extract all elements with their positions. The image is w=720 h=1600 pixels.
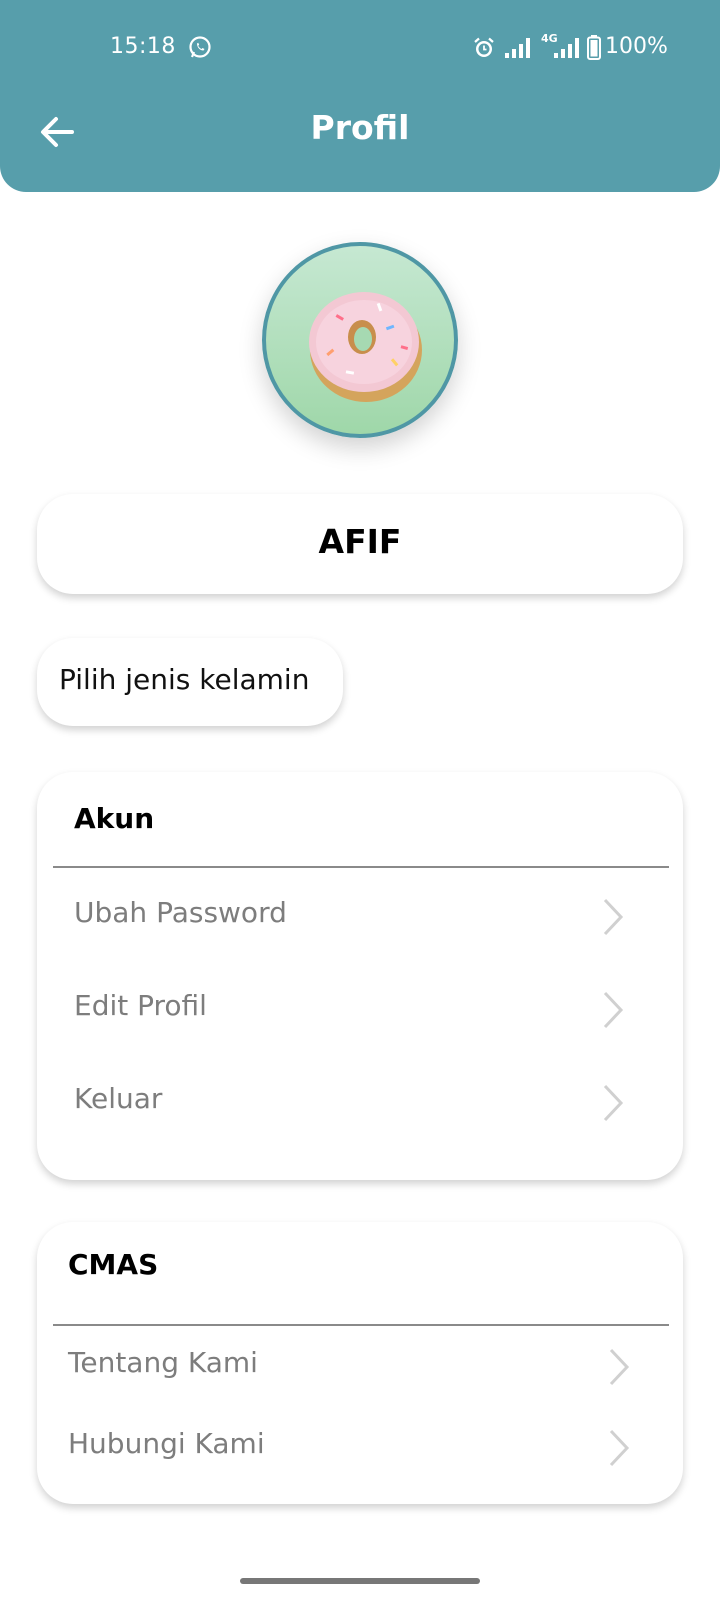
cmas-section-title: CMAS: [68, 1248, 159, 1281]
donut-image: [309, 292, 422, 402]
signal-strength-icon-2: [554, 38, 579, 58]
edit-profil-item[interactable]: Edit Profil: [37, 969, 683, 1049]
status-time: 15:18: [110, 34, 176, 59]
home-indicator[interactable]: [240, 1578, 480, 1584]
chevron-right-icon: [609, 1429, 630, 1467]
profile-name: AFIF: [318, 522, 402, 561]
keluar-label: Keluar: [74, 1082, 163, 1115]
chevron-right-icon: [609, 1348, 630, 1386]
app-bar: 15:18 4G 100% Profil: [0, 0, 720, 192]
status-bar: 15:18 4G 100%: [0, 0, 720, 96]
tentang-kami-label: Tentang Kami: [68, 1346, 258, 1379]
gender-select-label: Pilih jenis kelamin: [59, 663, 310, 696]
avatar[interactable]: [262, 242, 458, 438]
page-title: Profil: [310, 108, 410, 147]
akun-divider: [53, 866, 669, 868]
akun-section-title: Akun: [74, 802, 155, 835]
hubungi-kami-label: Hubungi Kami: [68, 1427, 265, 1460]
chevron-right-icon: [603, 991, 624, 1029]
battery-icon: [587, 35, 601, 60]
name-card: AFIF: [37, 494, 683, 594]
signal-strength-icon: [505, 38, 530, 58]
gender-select[interactable]: Pilih jenis kelamin: [37, 638, 343, 726]
ubah-password-item[interactable]: Ubah Password: [37, 876, 683, 956]
edit-profil-label: Edit Profil: [74, 989, 207, 1022]
chevron-right-icon: [603, 1084, 624, 1122]
tentang-kami-item[interactable]: Tentang Kami: [37, 1326, 683, 1406]
hubungi-kami-item[interactable]: Hubungi Kami: [37, 1407, 683, 1487]
cmas-section: CMAS Tentang Kami Hubungi Kami: [37, 1222, 683, 1504]
keluar-item[interactable]: Keluar: [37, 1062, 683, 1142]
whatsapp-icon: [189, 36, 211, 58]
alarm-icon: [474, 37, 494, 57]
chevron-right-icon: [603, 898, 624, 936]
akun-section: Akun Ubah Password Edit Profil Keluar: [37, 772, 683, 1180]
battery-percentage: 100%: [605, 34, 668, 59]
ubah-password-label: Ubah Password: [74, 896, 287, 929]
